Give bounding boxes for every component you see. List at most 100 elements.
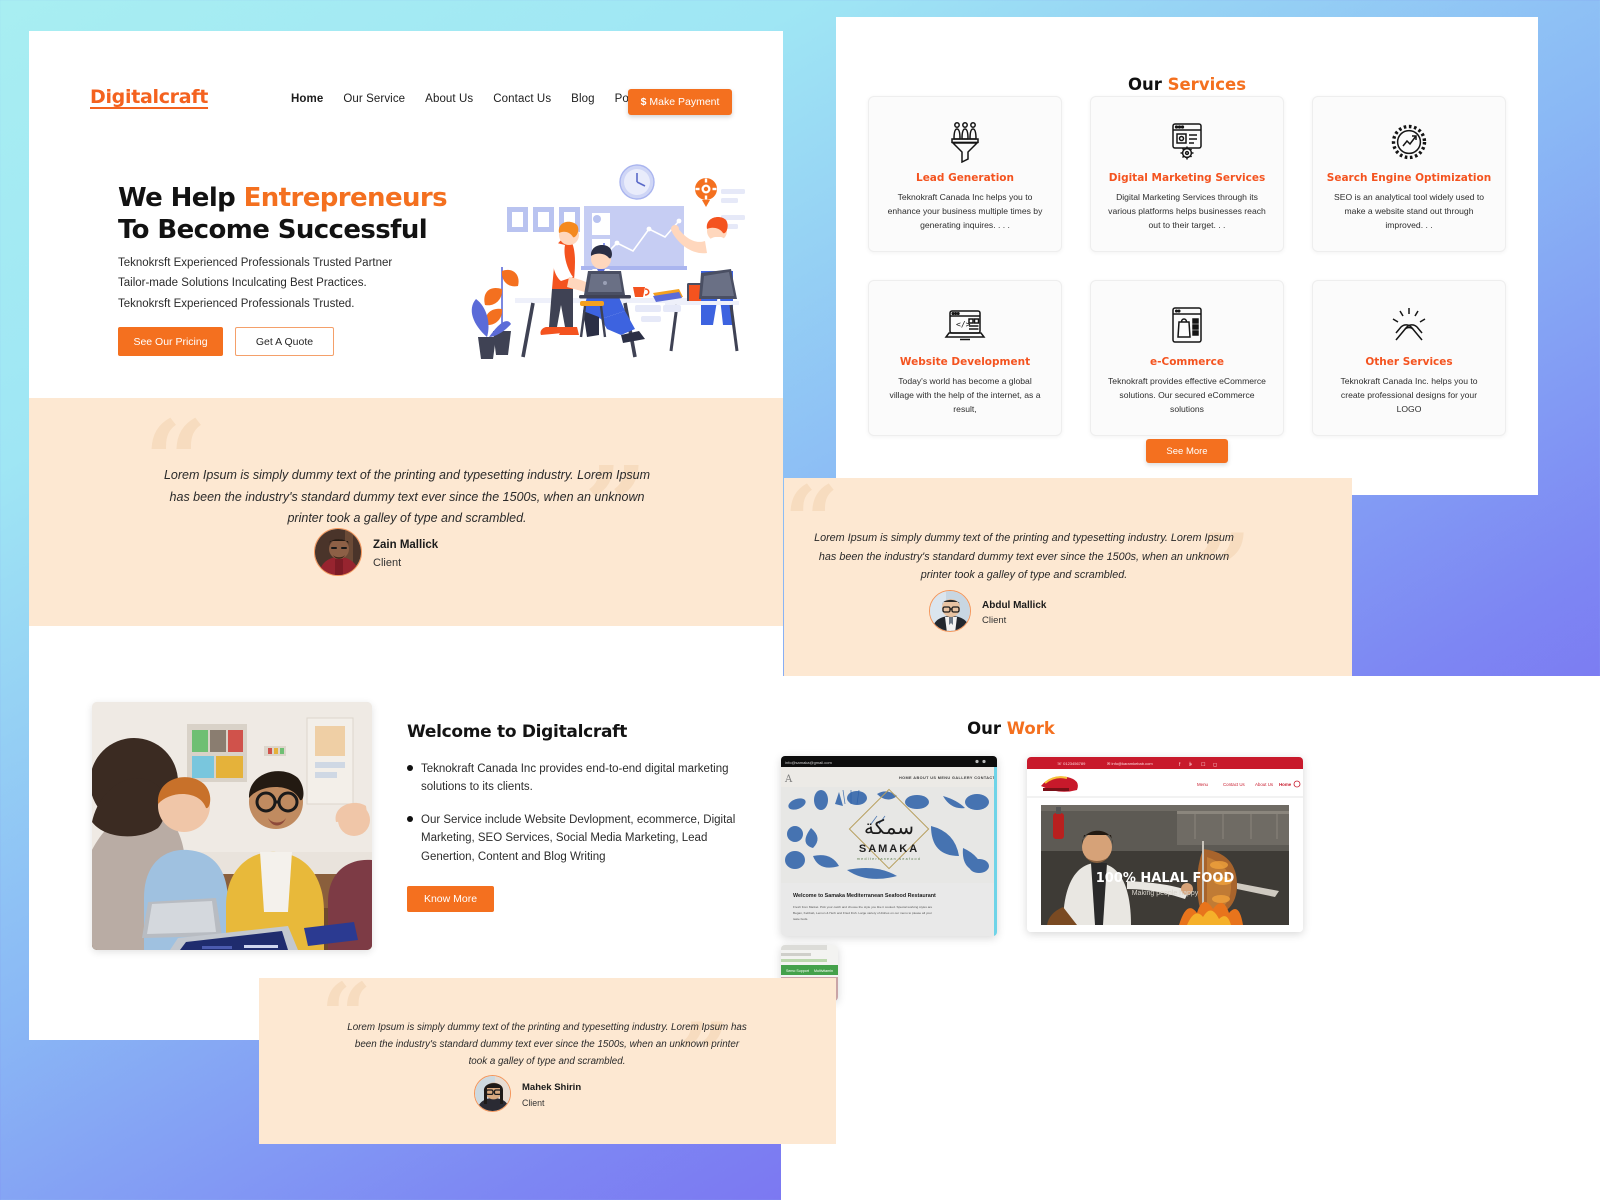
svg-text:Fresh from Market. Pick your c: Fresh from Market. Pick your catch and c…: [793, 905, 933, 909]
services-grid: Lead Generation Teknokraft Canada Inc he…: [868, 96, 1506, 436]
svg-text:mediterranean seafood: mediterranean seafood: [857, 857, 921, 861]
svg-text:☏ 0123456789: ☏ 0123456789: [1057, 761, 1086, 766]
service-desc: SEO is an analytical tool widely used to…: [1334, 192, 1484, 230]
service-desc: Teknokraft provides effective eCommerce …: [1108, 376, 1266, 414]
samaka-seafood-website-screenshot[interactable]: info@samaka@gmail.com A HOME ABOUT US ME…: [781, 756, 997, 936]
see-our-pricing-button[interactable]: See Our Pricing: [118, 327, 223, 356]
hero-heading: We Help Entrepreneurs To Become Successf…: [118, 183, 448, 246]
see-more-services-button[interactable]: See More: [1146, 439, 1228, 463]
nav-links: Home Our Service About Us Contact Us Blo…: [291, 93, 658, 105]
service-name: Lead Generation: [916, 172, 1014, 184]
handshake-icon: [1388, 303, 1430, 349]
service-name: Website Development: [899, 356, 1031, 368]
service-card-other-services[interactable]: Other Services Teknokraft Canada Inc. he…: [1312, 280, 1506, 436]
testimonial-card-2: “ ” Lorem Ipsum is simply dummy text of …: [784, 478, 1352, 676]
service-card-e-commerce[interactable]: e-Commerce Teknokraft provides effective…: [1090, 280, 1284, 436]
svg-text:Contact Us: Contact Us: [1223, 782, 1246, 787]
shopping-bag-browser-icon: [1170, 303, 1204, 349]
testimonial-role: Client: [522, 1097, 545, 1108]
service-card-digital-marketing-services[interactable]: Digital Marketing Services Digital Marke…: [1090, 96, 1284, 252]
services-panel: Our Services Lead Generation Teknokraft …: [836, 17, 1538, 495]
site-logo[interactable]: Digitalcraft: [90, 86, 208, 108]
team-meeting-photo: [92, 702, 372, 950]
testimonial-role: Client: [982, 615, 1007, 626]
avatar-abdul-mallick: [929, 590, 971, 632]
testimonial-card-3: “ ” Lorem Ipsum is simply dummy text of …: [259, 978, 836, 1144]
nav-item-blog[interactable]: Blog: [571, 93, 594, 105]
get-a-quote-button[interactable]: Get A Quote: [235, 327, 334, 356]
svg-text:◻: ◻: [1213, 762, 1217, 768]
service-name: Search Engine Optimization: [1326, 172, 1492, 184]
work2-headline: 100% HALAL FOOD: [1096, 871, 1235, 886]
make-payment-button[interactable]: $ Make Payment: [628, 89, 732, 115]
testimonial-name: Mahek Shirin: [522, 1082, 582, 1094]
seo-gear-chart-icon: [1389, 119, 1429, 165]
lead-funnel-icon: [946, 119, 984, 165]
service-card-search-engine-optimization[interactable]: Search Engine Optimization SEO is an ana…: [1312, 96, 1506, 252]
testimonial-author: Zain Mallick Client: [314, 528, 438, 576]
service-card-lead-generation[interactable]: Lead Generation Teknokraft Canada Inc he…: [868, 96, 1062, 252]
svg-text:HOME ABOUT US MENU GALLERY: HOME ABOUT US MENU GALLERY CONTACT US: [899, 776, 997, 780]
avatar-zain-mallick: [314, 528, 362, 576]
service-desc: Today's world has become a global villag…: [889, 376, 1041, 414]
team-working-at-desk-illustration: [471, 164, 745, 359]
svg-text:☐: ☐: [1201, 762, 1206, 768]
nav-item-home[interactable]: Home: [291, 93, 323, 105]
svg-text:taste buds.: taste buds.: [793, 917, 808, 921]
svg-text:سمكة: سمكة: [864, 815, 914, 839]
testimonial-quote: Lorem Ipsum is simply dummy text of the …: [814, 532, 1234, 582]
nav-item-our-service[interactable]: Our Service: [343, 93, 405, 105]
work-and-footer-panel: Our Work info@samaka@gmail.com A HOME AB…: [781, 676, 1600, 1200]
services-section-title: Our Services: [1127, 75, 1247, 94]
work-section-title: Our Work: [967, 719, 1055, 738]
service-desc: Teknokraft Canada Inc helps you to enhan…: [887, 192, 1043, 230]
service-desc: Teknokraft Canada Inc. helps you to crea…: [1340, 376, 1478, 414]
hero-paragraph: Teknokrsft Experienced Professionals Tru…: [118, 257, 393, 310]
svg-text:SAMAKA: SAMAKA: [859, 843, 919, 855]
service-desc: Digital Marketing Services through its v…: [1108, 192, 1266, 230]
svg-text:Multivitamin: Multivitamin: [814, 969, 833, 973]
testimonial-author: Abdul Mallick Client: [929, 590, 1046, 632]
work1-caption: Welcome to Samaka Mediterranean Seafood …: [793, 893, 936, 899]
know-more-button[interactable]: Know More: [407, 885, 494, 912]
svg-text:Semo Support: Semo Support: [786, 969, 809, 973]
welcome-bullet-1: Teknokraft Canada Inc provides end-to-en…: [407, 760, 747, 797]
dollar-icon: $: [640, 96, 647, 108]
testimonial-author: Mahek Shirin Client: [474, 1075, 581, 1112]
testimonial-name: Zain Mallick: [373, 539, 439, 552]
hero-heading-line2: To Become Successful: [118, 214, 428, 245]
welcome-heading: Welcome to Digitalcraft: [407, 722, 628, 742]
testimonial-card-1: “ ” Lorem Ipsum is simply dummy text of …: [29, 398, 783, 626]
service-name: e-Commerce: [1150, 356, 1224, 368]
hero-panel: Digitalcraft Home Our Service About Us C…: [29, 31, 783, 398]
work2-subhead: Making people happy: [1132, 890, 1199, 897]
halal-food-website-screenshot[interactable]: ☏ 0123456789 ✉ info@karamkebab.com f 𝄫 ☐ ◻ …: [1027, 757, 1303, 932]
svg-text:A: A: [784, 774, 793, 785]
testimonial-role: Client: [373, 556, 402, 569]
laptop-code-icon: </>: [943, 303, 987, 349]
testimonial-name: Abdul Mallick: [982, 600, 1047, 611]
site-navbar: Digitalcraft Home Our Service About Us C…: [29, 31, 783, 121]
svg-text:Began, Kebbab, Lemon & Herb an: Began, Kebbab, Lemon & Herb and Fried Fi…: [793, 911, 932, 915]
testimonial-quote: Lorem Ipsum is simply dummy text of the …: [347, 1022, 747, 1067]
svg-text:𝄫: 𝄫: [1189, 761, 1192, 768]
service-name: Other Services: [1365, 356, 1453, 368]
testimonial-quote: Lorem Ipsum is simply dummy text of the …: [163, 468, 651, 525]
svg-text:✉ info@karamkebab.com: ✉ info@karamkebab.com: [1107, 761, 1153, 766]
page-canvas: Digitalcraft Home Our Service About Us C…: [0, 0, 1600, 1200]
browser-marketing-icon: [1168, 119, 1206, 165]
hero-heading-line1: We Help Entrepreneurs: [118, 183, 448, 213]
welcome-body: Welcome to Digitalcraft Teknokraft Canad…: [407, 722, 747, 912]
svg-text:Menu: Menu: [1197, 782, 1209, 787]
service-card-website-development[interactable]: </> Website Development Today's world ha…: [868, 280, 1062, 436]
nav-item-about-us[interactable]: About Us: [425, 93, 473, 105]
svg-text:Home: Home: [1279, 782, 1292, 787]
nav-item-contact-us[interactable]: Contact Us: [493, 93, 551, 105]
hero-button-group: See Our Pricing Get A Quote: [118, 327, 334, 356]
svg-text:info@samaka@gmail.com: info@samaka@gmail.com: [785, 760, 832, 765]
svg-text:About Us: About Us: [1255, 782, 1274, 787]
welcome-bullet-2: Our Service include Website Devlopment, …: [407, 811, 747, 866]
make-payment-label: Make Payment: [649, 96, 720, 108]
welcome-bullet-list: Teknokraft Canada Inc provides end-to-en…: [407, 760, 747, 866]
avatar-mahek-shirin: [474, 1075, 511, 1112]
